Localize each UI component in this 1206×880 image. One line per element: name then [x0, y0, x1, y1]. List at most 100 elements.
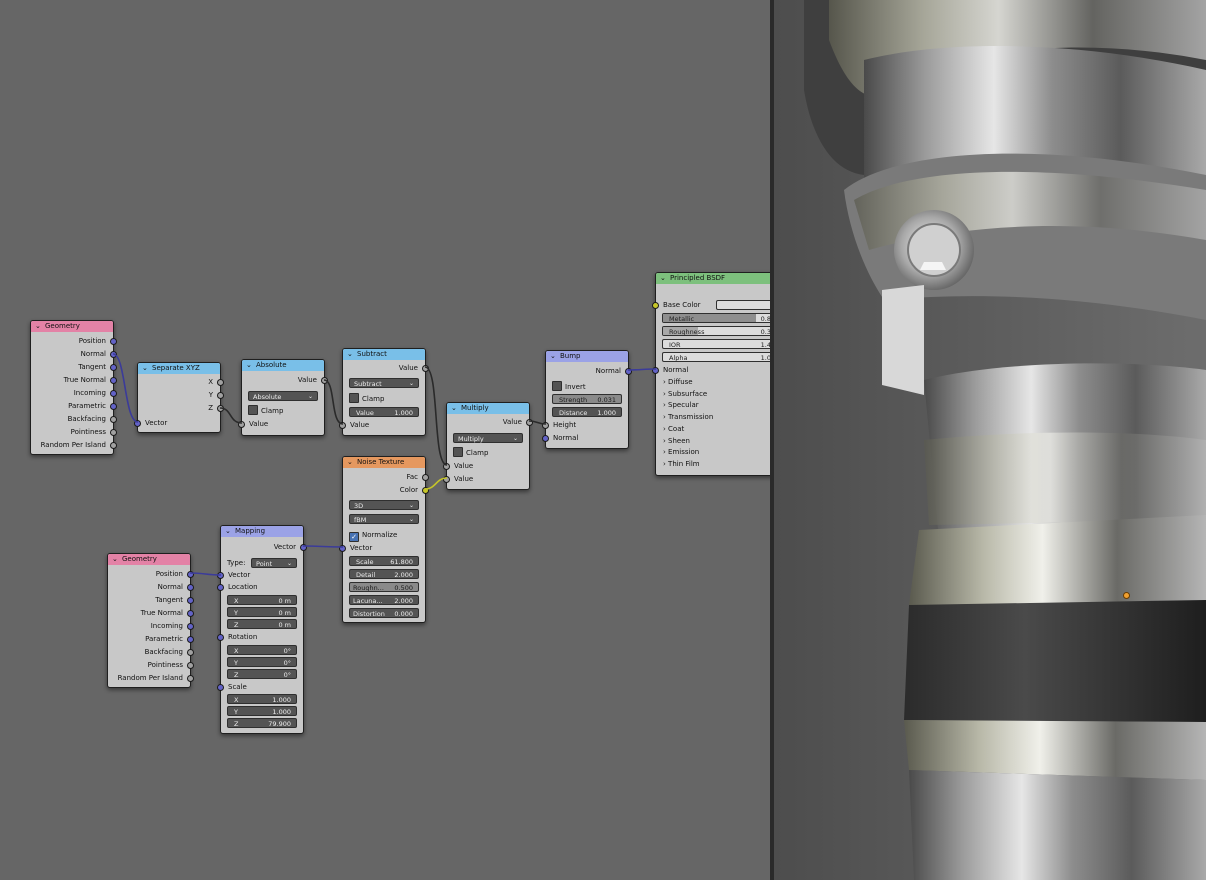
multiply-node[interactable]: ⌄ Multiply Value Multiply ⌄ Clamp Value Va…: [443, 402, 533, 490]
subtract-node[interactable]: ⌄ Subtract Value Subtract ⌄ Clamp Value 1.0…: [339, 348, 429, 436]
socket-input[interactable]: [443, 463, 450, 470]
socket-input[interactable]: [339, 545, 346, 552]
socket-output[interactable]: [110, 364, 117, 371]
socket-input[interactable]: [542, 435, 549, 442]
noise-lacunarity-field[interactable]: Lacuna... 2.000: [349, 595, 419, 605]
rotation-y-field[interactable]: Y 0°: [227, 657, 297, 667]
socket-output[interactable]: [422, 474, 429, 481]
socket-input[interactable]: [238, 421, 245, 428]
mapping-header[interactable]: ⌄ Mapping: [221, 526, 303, 537]
socket-output[interactable]: [526, 419, 533, 426]
socket-output[interactable]: [187, 610, 194, 617]
noise-dimensions-dropdown[interactable]: 3D ⌄: [349, 500, 419, 510]
noise-scale-field[interactable]: Scale 61.800: [349, 556, 419, 566]
socket-input[interactable]: [217, 634, 224, 641]
chevron-down-icon[interactable]: ⌄: [451, 403, 461, 414]
principled-bsdf-header[interactable]: ⌄ Principled BSDF: [656, 273, 770, 284]
socket-input[interactable]: [443, 476, 450, 483]
chevron-down-icon[interactable]: ⌄: [347, 349, 357, 360]
panel-coat[interactable]: › Coat: [656, 423, 770, 435]
socket-output[interactable]: [217, 379, 224, 386]
location-z-field[interactable]: Z0 m: [227, 619, 297, 629]
socket-output[interactable]: [187, 584, 194, 591]
chevron-down-icon[interactable]: ⌄: [142, 363, 152, 374]
socket-input[interactable]: [652, 302, 659, 309]
socket-output[interactable]: [187, 597, 194, 604]
rotation-x-field[interactable]: X 0°: [227, 645, 297, 655]
checkbox-icon[interactable]: [248, 405, 258, 415]
noise-texture-header[interactable]: ⌄ Noise Texture: [343, 457, 425, 468]
subtract-value-field[interactable]: Value 1.000: [349, 407, 419, 417]
socket-output[interactable]: [187, 649, 194, 656]
socket-output[interactable]: [300, 544, 307, 551]
socket-output[interactable]: [625, 368, 632, 375]
socket-input[interactable]: [217, 572, 224, 579]
socket-input[interactable]: [217, 584, 224, 591]
geometry-node-1-header[interactable]: ⌄ Geometry: [31, 321, 113, 332]
chevron-down-icon[interactable]: ⌄: [550, 351, 560, 362]
ior-field[interactable]: IOR 1.4: [662, 339, 770, 349]
subtract-operation-dropdown[interactable]: Subtract ⌄: [349, 378, 419, 388]
bump-invert-checkbox[interactable]: Invert: [552, 381, 586, 393]
mapping-node[interactable]: ⌄ Mapping Vector Type: Point ⌄ Vector Loca…: [217, 525, 307, 734]
absolute-operation-dropdown[interactable]: Absolute ⌄: [248, 391, 318, 401]
socket-output[interactable]: [187, 675, 194, 682]
noise-detail-field[interactable]: Detail 2.000: [349, 569, 419, 579]
socket-output[interactable]: [110, 403, 117, 410]
geometry-node-1[interactable]: ⌄ Geometry Position Normal Tangent True N…: [30, 320, 117, 455]
geometry-node-2[interactable]: ⌄ Geometry Position Normal Tangent True N…: [107, 553, 194, 688]
socket-output[interactable]: [110, 442, 117, 449]
bump-header[interactable]: ⌄ Bump: [546, 351, 628, 362]
separate-xyz-header[interactable]: ⌄ Separate XYZ: [138, 363, 220, 374]
socket-input[interactable]: [542, 422, 549, 429]
noise-distortion-field[interactable]: Distortion 0.000: [349, 608, 419, 618]
noise-texture-node[interactable]: ⌄ Noise Texture Fac Color 3D ⌄ fBM ⌄ ✓ Norma…: [339, 456, 429, 623]
chevron-down-icon[interactable]: ⌄: [35, 321, 45, 332]
3d-viewport[interactable]: [774, 0, 1206, 880]
panel-diffuse[interactable]: › Diffuse: [656, 376, 770, 388]
socket-output[interactable]: [217, 392, 224, 399]
socket-output[interactable]: [110, 390, 117, 397]
socket-output[interactable]: [187, 623, 194, 630]
socket-output[interactable]: [187, 662, 194, 669]
socket-output[interactable]: [110, 416, 117, 423]
absolute-header[interactable]: ⌄ Absolute: [242, 360, 324, 371]
multiply-header[interactable]: ⌄ Multiply: [447, 403, 529, 414]
socket-output[interactable]: [187, 636, 194, 643]
socket-output[interactable]: [422, 365, 429, 372]
alpha-field[interactable]: Alpha 1.0: [662, 352, 770, 362]
scale-x-field[interactable]: X 1.000: [227, 694, 297, 704]
scale-z-field[interactable]: Z 79.900: [227, 718, 297, 728]
panel-emission[interactable]: › Emission: [656, 446, 770, 458]
checkbox-icon[interactable]: [349, 393, 359, 403]
noise-type-dropdown[interactable]: fBM ⌄: [349, 514, 419, 524]
checkmark-icon[interactable]: ✓: [349, 532, 359, 542]
checkbox-icon[interactable]: [552, 381, 562, 391]
chevron-down-icon[interactable]: ⌄: [660, 273, 670, 284]
chevron-down-icon[interactable]: ⌄: [347, 457, 357, 468]
node-editor[interactable]: ⌄ Geometry Position Normal Tangent True N…: [0, 0, 770, 880]
socket-output[interactable]: [110, 377, 117, 384]
rotation-z-field[interactable]: Z 0°: [227, 669, 297, 679]
bump-strength-field[interactable]: Strength 0.031: [552, 394, 622, 404]
subtract-clamp-checkbox[interactable]: Clamp: [349, 393, 384, 405]
panel-specular[interactable]: › Specular: [656, 399, 770, 411]
socket-input[interactable]: [652, 367, 659, 374]
socket-output[interactable]: [187, 571, 194, 578]
separate-xyz-node[interactable]: ⌄ Separate XYZ X Y Z Vector: [134, 362, 224, 433]
panel-thin-film[interactable]: › Thin Film: [656, 458, 770, 470]
socket-input[interactable]: [217, 684, 224, 691]
geometry-node-2-header[interactable]: ⌄ Geometry: [108, 554, 190, 565]
socket-output[interactable]: [422, 487, 429, 494]
socket-output[interactable]: [321, 377, 328, 384]
principled-bsdf-node[interactable]: ⌄ Principled BSDF Base Color Metallic 0.8 …: [652, 272, 770, 476]
bump-node[interactable]: ⌄ Bump Normal Invert Strength 0.031 Distan…: [542, 350, 632, 449]
absolute-node[interactable]: ⌄ Absolute Value Absolute ⌄ Clamp Value: [238, 359, 328, 436]
panel-transmission[interactable]: › Transmission: [656, 411, 770, 423]
socket-input[interactable]: [339, 422, 346, 429]
chevron-down-icon[interactable]: ⌄: [246, 360, 256, 371]
metallic-field[interactable]: Metallic 0.8: [662, 313, 770, 323]
noise-roughness-field[interactable]: Roughn... 0.500: [349, 582, 419, 592]
location-x-field[interactable]: X0 m: [227, 595, 297, 605]
chevron-down-icon[interactable]: ⌄: [112, 554, 122, 565]
